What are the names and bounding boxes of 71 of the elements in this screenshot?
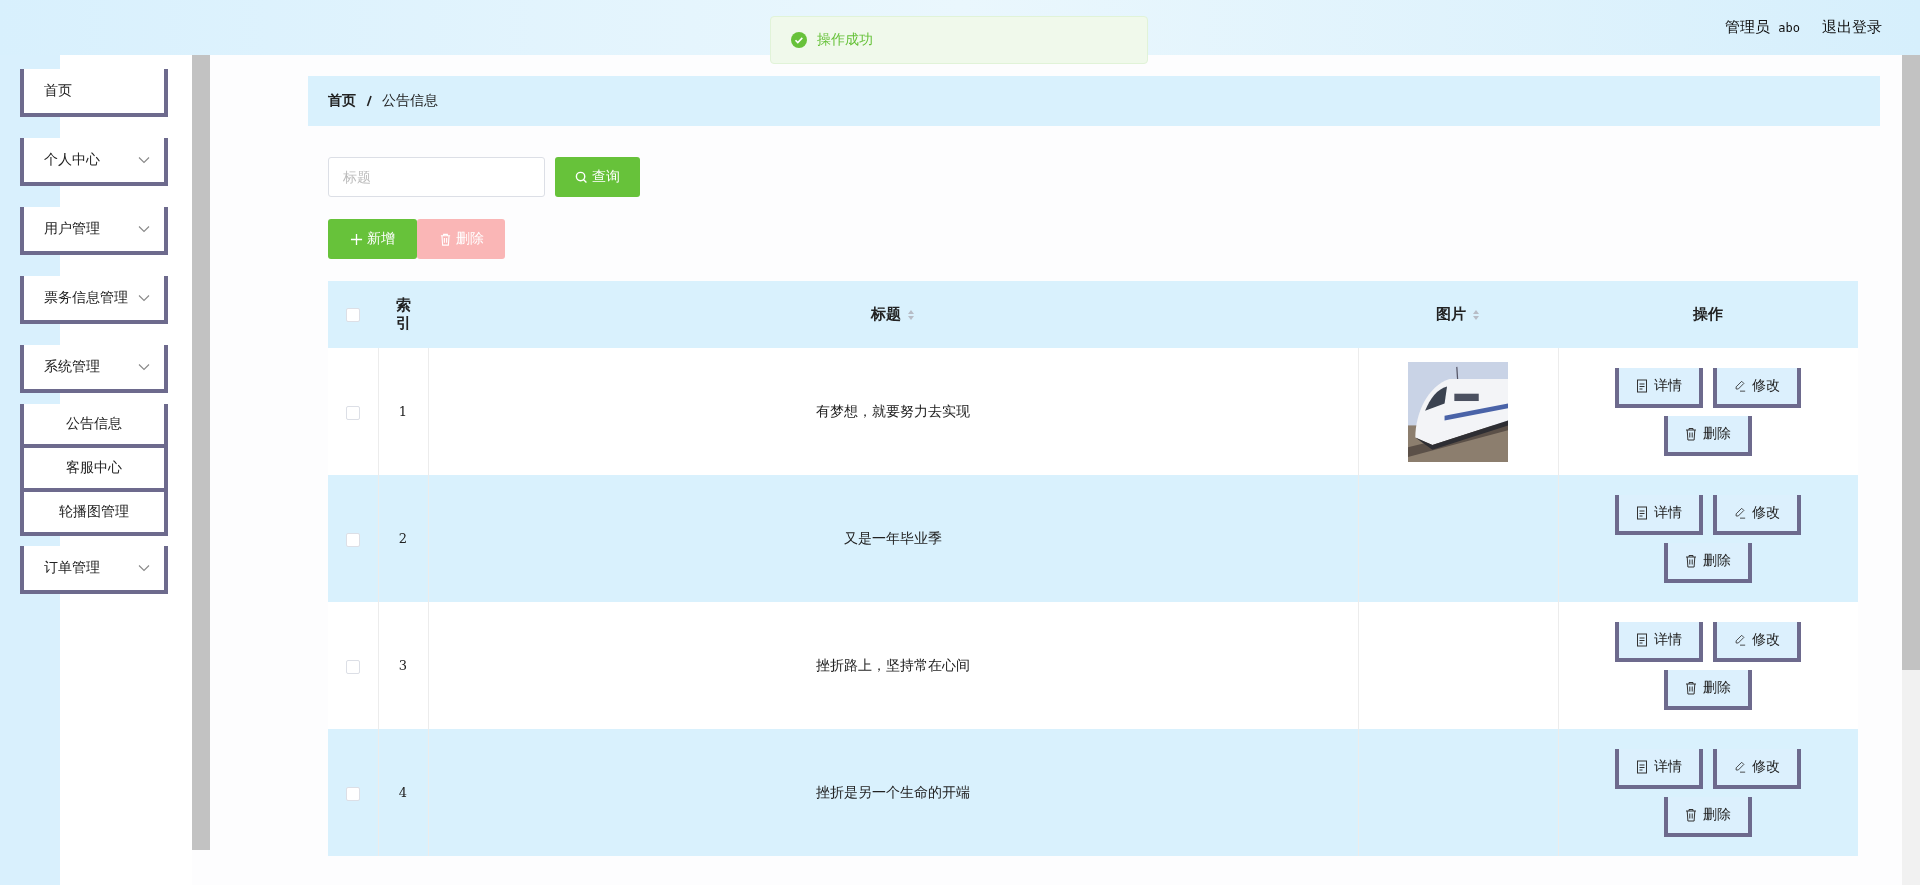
edit-button[interactable]: 修改 [1713, 367, 1802, 408]
search-icon [575, 170, 588, 184]
column-header[interactable]: 图片 [1436, 305, 1466, 323]
delete-button[interactable]: 删除 [1664, 669, 1753, 710]
sidebar-item[interactable]: 用户管理 [20, 207, 168, 255]
scrollbar[interactable] [192, 55, 210, 850]
toast-message: 操作成功 [817, 31, 873, 49]
sidebar-subitem[interactable]: 公告信息 [20, 404, 168, 448]
delete-button[interactable]: 删除 [1664, 796, 1753, 837]
username: abo [1778, 20, 1800, 35]
table-cell: 挫折是另一个生命的开端 [816, 783, 970, 800]
column-header[interactable]: 标题 [871, 305, 901, 323]
checkbox[interactable] [345, 786, 360, 801]
search-field[interactable]: 标题 [328, 157, 545, 197]
breadcrumb-separator [366, 95, 372, 107]
edit-button[interactable]: 修改 [1713, 748, 1802, 789]
table-cell: 3 [398, 658, 408, 673]
checkbox[interactable] [346, 308, 360, 322]
detail-button[interactable]: 详情 [1615, 621, 1704, 662]
sidebar-subitem[interactable]: 轮播图管理 [20, 492, 168, 536]
trash-icon [1685, 553, 1698, 568]
sort-icon[interactable] [907, 308, 915, 321]
sidebar-item[interactable]: 首页 [20, 69, 168, 117]
chevron-icon [138, 156, 150, 164]
pencil-icon [1734, 378, 1747, 393]
column-header: 操作 [1693, 305, 1723, 323]
detail-button[interactable]: 详情 [1615, 367, 1704, 408]
sidebar-subitem[interactable]: 客服中心 [20, 448, 168, 492]
checkbox[interactable] [345, 405, 360, 420]
trash-icon [438, 232, 452, 246]
checkbox[interactable] [345, 532, 360, 547]
plus-icon [350, 232, 363, 246]
document-icon [1636, 505, 1649, 520]
table-cell: 又是一年毕业季 [844, 529, 942, 546]
detail-button[interactable]: 详情 [1615, 748, 1704, 789]
delete-button[interactable]: 删除 [1664, 542, 1753, 583]
trash-icon [1685, 426, 1698, 441]
pencil-icon [1734, 505, 1747, 520]
chevron-icon [138, 225, 150, 233]
chevron-icon [138, 294, 150, 302]
chevron-icon [138, 564, 150, 572]
scrollbar[interactable] [1902, 55, 1920, 885]
column-header: 索引 [395, 297, 411, 332]
logout-link[interactable]: 退出登录 [1822, 18, 1882, 37]
sidebar-item[interactable]: 票务信息管理 [20, 276, 168, 324]
sidebar-item[interactable]: 系统管理 [20, 345, 168, 393]
edit-button[interactable]: 修改 [1713, 494, 1802, 535]
sort-icon[interactable] [1472, 308, 1480, 321]
document-icon [1636, 632, 1649, 647]
table-cell: 1 [398, 404, 408, 419]
pencil-icon [1734, 632, 1747, 647]
delete-button[interactable]: 删除 [1664, 415, 1753, 456]
table-cell: 挫折路上，坚持常在心间 [816, 656, 970, 673]
table-cell: 4 [398, 785, 408, 800]
trash-icon [1685, 680, 1698, 695]
user-role: 管理员 [1725, 18, 1771, 37]
table-cell: 2 [398, 531, 408, 546]
breadcrumb-item: 公告信息 [382, 92, 438, 110]
chevron-icon [138, 363, 150, 371]
check-circle-icon [791, 32, 807, 48]
pencil-icon [1734, 759, 1747, 774]
breadcrumb-item[interactable]: 首页 [328, 92, 356, 110]
document-icon [1636, 378, 1649, 393]
sidebar-item[interactable]: 订单管理 [20, 546, 168, 594]
checkbox[interactable] [345, 659, 360, 674]
edit-button[interactable]: 修改 [1713, 621, 1802, 662]
trash-icon [1685, 807, 1698, 822]
sidebar-item[interactable]: 个人中心 [20, 138, 168, 186]
document-icon [1636, 759, 1649, 774]
detail-button[interactable]: 详情 [1615, 494, 1704, 535]
table-cell: 有梦想，就要努力去实现 [816, 402, 970, 419]
